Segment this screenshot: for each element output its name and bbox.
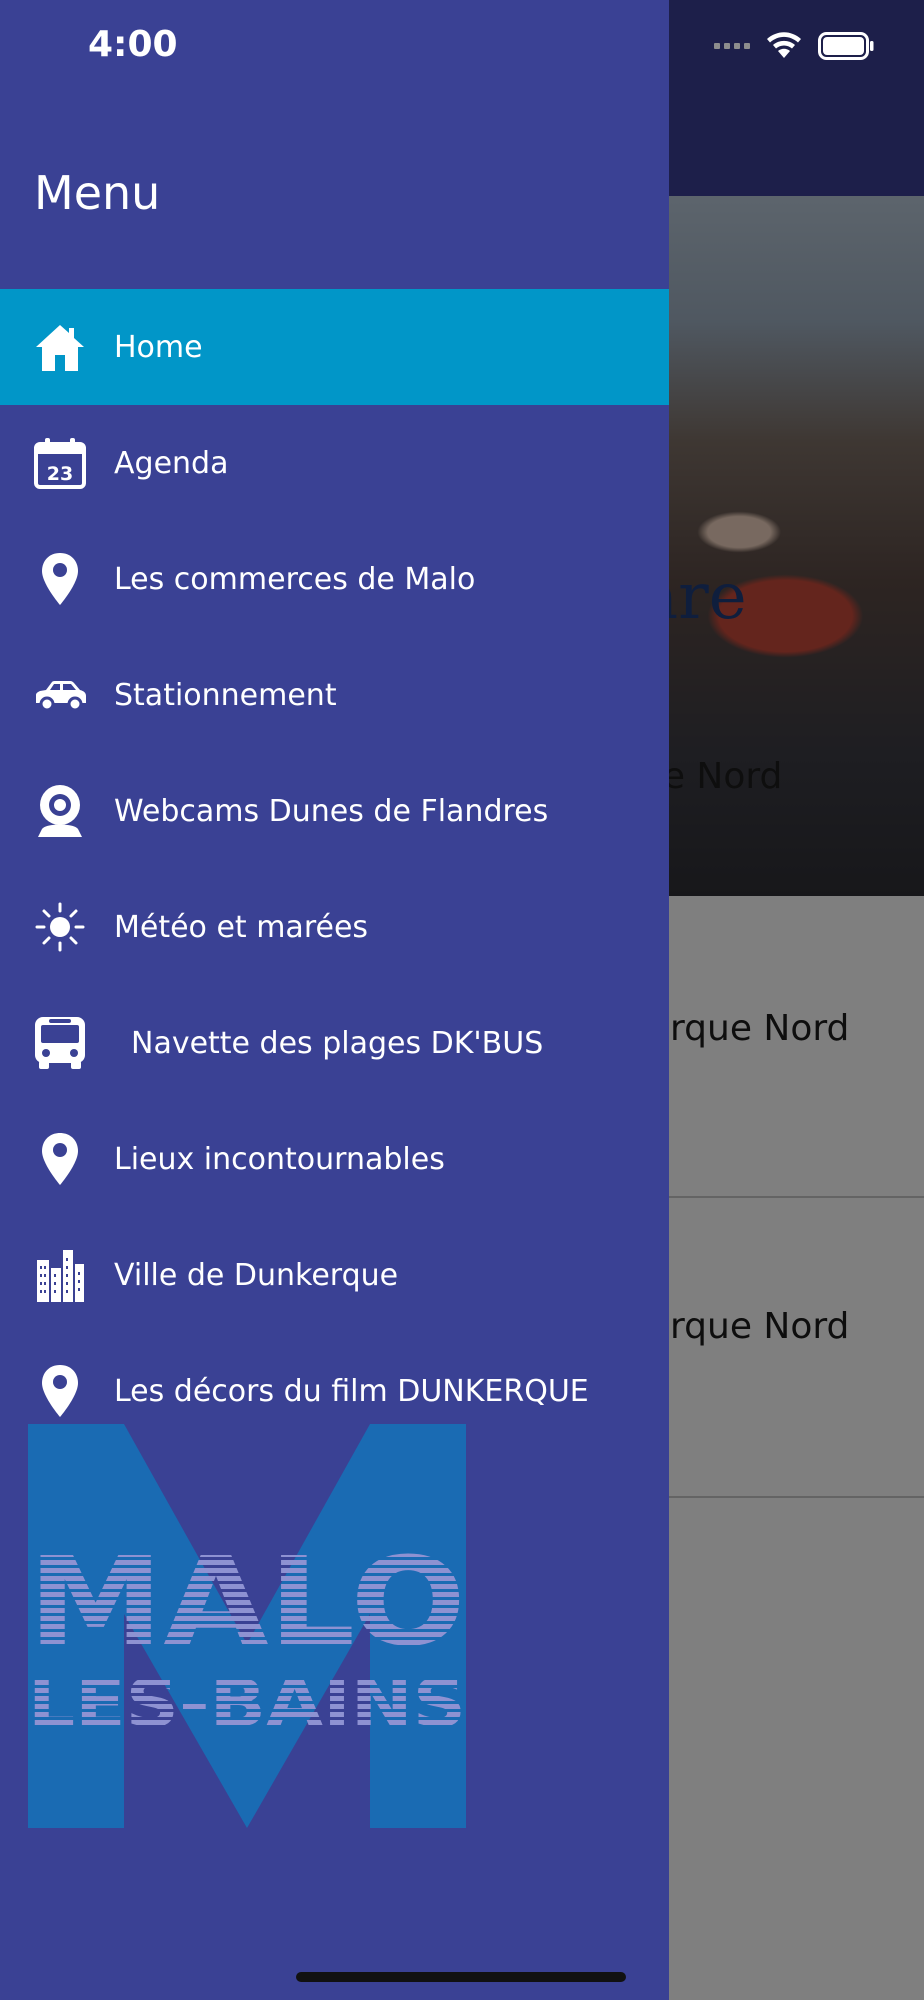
menu-item-label: Les décors du film DUNKERQUE bbox=[114, 1373, 589, 1409]
menu-item-label: Ville de Dunkerque bbox=[114, 1257, 399, 1293]
menu-item-label: Navette des plages DK'BUS bbox=[131, 1025, 544, 1061]
sun-icon bbox=[32, 899, 88, 955]
menu-item-ville[interactable]: Ville de Dunkerque bbox=[0, 1217, 669, 1333]
malo-les-bains-logo: MALO LES-BAINS bbox=[28, 1424, 466, 1828]
menu-item-commerces[interactable]: Les commerces de Malo bbox=[0, 521, 669, 637]
menu-item-label: Home bbox=[114, 329, 203, 365]
menu-item-label: Les commerces de Malo bbox=[114, 561, 476, 597]
cellular-signal-icon bbox=[714, 43, 750, 49]
navigation-drawer: Menu Home 23 Agenda Les commerces de Mal… bbox=[0, 0, 669, 2000]
menu-item-meteo[interactable]: Météo et marées bbox=[0, 869, 669, 985]
battery-icon bbox=[818, 32, 874, 60]
menu-item-label: Lieux incontournables bbox=[114, 1141, 445, 1177]
bus-icon bbox=[32, 1015, 88, 1071]
home-indicator[interactable] bbox=[296, 1972, 626, 1982]
logo-line-malo: MALO bbox=[28, 1531, 466, 1673]
menu-item-stationnement[interactable]: Stationnement bbox=[0, 637, 669, 753]
menu-item-label: Agenda bbox=[114, 445, 229, 481]
car-icon bbox=[32, 667, 88, 723]
drawer-menu: Home 23 Agenda Les commerces de Malo Sta… bbox=[0, 289, 669, 1449]
calendar-icon: 23 bbox=[32, 435, 88, 491]
menu-item-navette[interactable]: Navette des plages DK'BUS bbox=[0, 985, 669, 1101]
map-pin-icon bbox=[32, 551, 88, 607]
map-pin-icon bbox=[32, 1363, 88, 1419]
menu-item-label: Météo et marées bbox=[114, 909, 369, 945]
menu-item-home[interactable]: Home bbox=[0, 289, 669, 405]
menu-item-label: Webcams Dunes de Flandres bbox=[114, 793, 549, 829]
webcam-icon bbox=[32, 783, 88, 839]
wifi-icon bbox=[767, 32, 801, 58]
menu-item-agenda[interactable]: 23 Agenda bbox=[0, 405, 669, 521]
menu-item-webcams[interactable]: Webcams Dunes de Flandres bbox=[0, 753, 669, 869]
calendar-day: 23 bbox=[47, 463, 73, 485]
status-icons bbox=[714, 32, 874, 60]
home-icon bbox=[32, 319, 88, 375]
status-time: 4:00 bbox=[88, 24, 178, 65]
logo-line-les-bains: LES-BAINS bbox=[28, 1665, 466, 1742]
menu-item-label: Stationnement bbox=[114, 677, 337, 713]
drawer-title: Menu bbox=[34, 166, 161, 220]
menu-item-lieux[interactable]: Lieux incontournables bbox=[0, 1101, 669, 1217]
map-pin-icon bbox=[32, 1131, 88, 1187]
city-icon bbox=[32, 1247, 88, 1303]
